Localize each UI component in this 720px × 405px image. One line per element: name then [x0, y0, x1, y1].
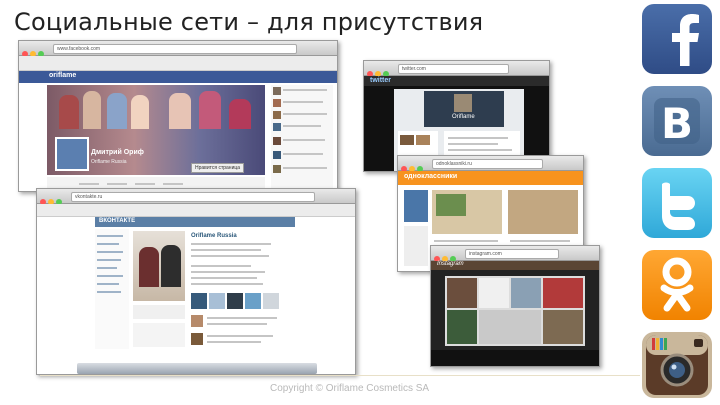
browser-toolbar: vkontakte.ru: [37, 189, 355, 205]
instagram-screenshot: instagram.com Instagram: [430, 245, 600, 367]
vkontakte-screenshot: vkontakte.ru ВКОНТАКТЕ Oriflame Russia: [36, 188, 356, 375]
facebook-brand: oriflame: [49, 72, 77, 79]
copyright-footer: Copyright © Oriflame Cosmetics SA: [270, 383, 430, 394]
twitter-logo: [642, 168, 712, 238]
twitter-brand: twitter: [370, 77, 391, 84]
facebook-screenshot: www.facebook.com oriflame Дмитрий Ориф O…: [18, 40, 338, 192]
facebook-logo: [642, 4, 712, 74]
facebook-f-icon: [642, 4, 712, 74]
svg-text:B: B: [661, 99, 693, 148]
footer-divider: [40, 375, 640, 376]
browser-toolbar: www.facebook.com: [19, 41, 337, 57]
address-bar: twitter.com: [398, 64, 509, 74]
browser-toolbar: odnoklassniki.ru: [398, 156, 583, 172]
instagram-brand: Instagram: [437, 261, 464, 267]
instagram-logo: [642, 332, 712, 398]
facebook-like-button[interactable]: Нравится страница: [191, 163, 245, 173]
vkontakte-logo: B: [642, 86, 712, 156]
vkontakte-brand: ВКОНТАКТЕ: [99, 218, 136, 224]
facebook-profile-picture: [55, 137, 89, 171]
address-bar: vkontakte.ru: [71, 192, 315, 202]
ok-person-icon: [642, 250, 712, 320]
twitter-bird-icon: [642, 168, 712, 238]
mac-dock: [77, 363, 317, 374]
odnoklassniki-logo: [642, 250, 712, 320]
slide-title: Социальные сети – для присутствия: [14, 8, 484, 36]
address-bar: instagram.com: [465, 249, 559, 259]
instagram-camera-icon: [642, 332, 712, 398]
facebook-profile-sub: Oriflame Russia: [91, 159, 127, 165]
address-bar: www.facebook.com: [53, 44, 297, 54]
vkontakte-group-title: Oriflame Russia: [191, 233, 237, 239]
browser-toolbar: instagram.com: [431, 246, 599, 262]
browser-toolbar: twitter.com: [364, 61, 549, 77]
facebook-profile-name: Дмитрий Ориф: [91, 149, 144, 156]
twitter-profile-name: Oriflame: [452, 114, 475, 120]
vk-b-icon: B: [642, 86, 712, 156]
odnoklassniki-brand: одноклассники: [404, 173, 458, 180]
address-bar: odnoklassniki.ru: [432, 159, 543, 169]
